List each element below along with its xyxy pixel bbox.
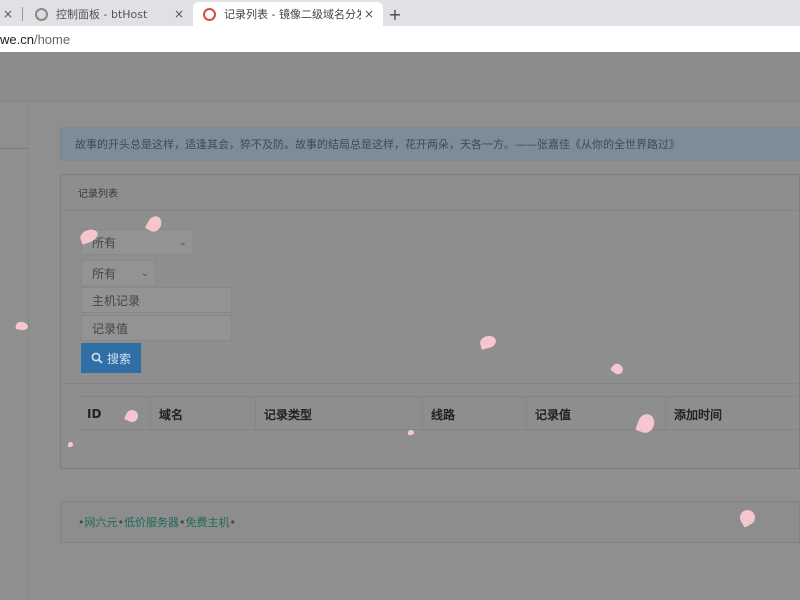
new-tab-button[interactable]: + xyxy=(383,2,407,26)
column-header-added-time[interactable]: 添加时间 xyxy=(666,397,800,431)
host-record-input[interactable]: 主机记录 xyxy=(81,287,232,313)
record-value-input[interactable]: 记录值 xyxy=(81,315,232,341)
footer-link-cheap-server[interactable]: 低价服务器 xyxy=(124,514,179,530)
search-button[interactable]: 搜索 xyxy=(81,343,141,373)
record-type-select-value: 所有 xyxy=(92,266,117,281)
link-separator: • xyxy=(229,515,237,529)
host-record-placeholder: 主机记录 xyxy=(92,293,141,308)
tab-close-icon[interactable]: × xyxy=(0,7,16,21)
chevron-down-icon: ⌄ xyxy=(140,267,149,279)
table-header-row: ID 域名 记录类型 线路 记录值 添加时间 xyxy=(79,396,800,431)
sidebar-divider xyxy=(28,102,29,600)
search-button-label: 搜索 xyxy=(106,351,131,366)
tab-close-icon[interactable]: × xyxy=(361,7,377,21)
top-navbar xyxy=(0,52,800,102)
petal-decoration xyxy=(408,430,414,435)
record-value-placeholder: 记录值 xyxy=(92,321,129,336)
column-header-id[interactable]: ID xyxy=(79,397,151,431)
column-header-record-type[interactable]: 记录类型 xyxy=(256,397,423,431)
site-favicon-icon xyxy=(203,7,216,21)
footer-link-wangliuyuan[interactable]: 网六元 xyxy=(85,514,118,530)
column-header-line[interactable]: 线路 xyxy=(423,397,527,431)
record-list-panel: 记录列表 所有 ⌄ 所有 ⌄ 主机记录 记录值 搜索 ID 域名 记录类型 线路… xyxy=(60,174,800,469)
browser-tab-control-panel[interactable]: 控制面板 - btHost × xyxy=(23,2,193,26)
domain-select[interactable]: 所有 ⌄ xyxy=(81,229,194,255)
footer-links-panel: • 网六元 • 低价服务器 • 免费主机 • xyxy=(60,501,800,543)
column-header-domain[interactable]: 域名 xyxy=(151,397,256,431)
footer-link-free-host[interactable]: 免费主机 xyxy=(186,514,230,530)
petal-decoration xyxy=(68,442,73,447)
quote-notice: 故事的开头总是这样，适逢其会，猝不及防。故事的结局总是这样，花开两朵，天各一方。… xyxy=(60,127,800,161)
tab-close-icon[interactable]: × xyxy=(171,7,187,21)
page-content: 故事的开头总是这样，适逢其会，猝不及防。故事的结局总是这样，花开两朵，天各一方。… xyxy=(0,52,800,600)
records-table: ID 域名 记录类型 线路 记录值 添加时间 xyxy=(61,383,800,469)
search-icon xyxy=(91,352,103,364)
url-host: we.cn xyxy=(0,31,34,47)
panel-title: 记录列表 xyxy=(61,175,799,211)
chevron-down-icon: ⌄ xyxy=(178,236,187,248)
tab-title: 控制面板 - btHost xyxy=(56,8,148,21)
record-type-select[interactable]: 所有 ⌄ xyxy=(81,260,156,286)
browser-tab-partial[interactable]: × xyxy=(0,2,22,26)
site-favicon-icon xyxy=(35,7,48,21)
sidebar-item-divider xyxy=(0,148,28,149)
browser-tab-bar: × 控制面板 - btHost × 记录列表 - 镜像二级域名分发 × + xyxy=(0,0,800,26)
browser-tab-record-list[interactable]: 记录列表 - 镜像二级域名分发 × xyxy=(193,2,383,26)
url-path: /home xyxy=(33,31,71,47)
tab-title: 记录列表 - 镜像二级域名分发 xyxy=(224,8,361,21)
address-bar[interactable]: we.cn/home xyxy=(0,26,800,52)
